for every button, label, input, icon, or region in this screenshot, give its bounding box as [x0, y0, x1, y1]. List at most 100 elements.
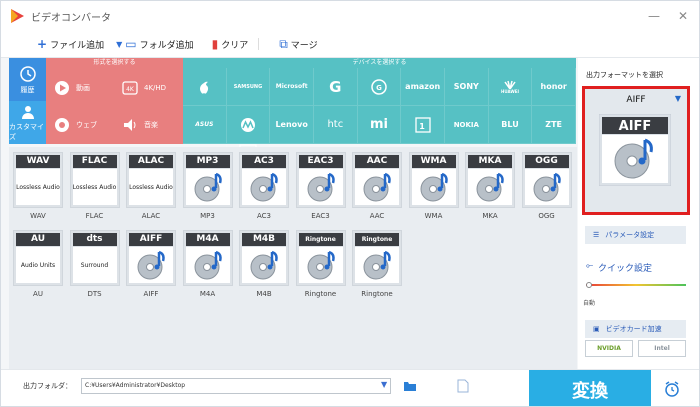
chrome-icon	[53, 116, 71, 134]
format-tile-flac[interactable]: FLAC Lossless Audio FLAC	[67, 152, 123, 220]
device-google[interactable]: G	[314, 68, 358, 106]
format-tile-image: M4B	[239, 230, 289, 286]
device-zte[interactable]: ZTE	[532, 106, 576, 144]
open-folder-icon[interactable]	[403, 380, 417, 392]
cd-music-icon	[194, 250, 222, 280]
close-button[interactable]: ✕	[675, 8, 691, 24]
format-tile-aiff[interactable]: AIFF AIFF	[123, 230, 179, 298]
format-tile-m4b[interactable]: M4B M4B	[236, 230, 292, 298]
format-tile-body	[129, 247, 173, 283]
format-tile-head: AAC	[355, 155, 399, 168]
format-tile-mka[interactable]: MKA MKA	[462, 152, 518, 220]
add-folder-button[interactable]: ▼ ▭ フォルダ追加	[112, 31, 198, 58]
format-music-button[interactable]: 音楽	[114, 107, 182, 143]
device-apple[interactable]	[183, 68, 227, 106]
merge-button[interactable]: ⧉ マージ	[275, 31, 321, 58]
format-tile-eac3[interactable]: EAC3 EAC3	[293, 152, 349, 220]
format-tile-wav[interactable]: WAV Lossless Audio WAV	[10, 152, 66, 220]
format-tile-ringtone[interactable]: Ringtone Ringtone	[293, 230, 349, 298]
format-tile-label: WMA	[424, 212, 443, 220]
format-tile-alac[interactable]: ALAC Lossless Audio ALAC	[123, 152, 179, 220]
format-tile-body	[242, 169, 286, 205]
alarm-clock-icon[interactable]	[663, 380, 681, 398]
device-huawei[interactable]: HUAWEI	[488, 68, 533, 106]
device-nokia[interactable]: NOKIA	[445, 106, 489, 144]
device-htc[interactable]: htc	[314, 106, 358, 144]
device-motorola[interactable]	[226, 106, 271, 144]
format-tile-head: WMA	[411, 155, 456, 168]
format-tile-label: EAC3	[311, 212, 330, 220]
format-tile-wma[interactable]: WMA WMA	[406, 152, 462, 220]
cd-music-icon	[420, 172, 448, 202]
huawei-icon	[504, 80, 516, 89]
format-tile-mp3[interactable]: MP3 MP3	[180, 152, 236, 220]
format-tile-body: Lossless Audio	[16, 169, 60, 205]
format-panel-header: 形式を選択する	[93, 59, 136, 66]
format-tile-aac[interactable]: AAC AAC	[349, 152, 405, 220]
add-folder-label: フォルダ追加	[139, 40, 194, 51]
device-honor[interactable]: honor	[532, 68, 576, 106]
format-tile-caption: Lossless Audio	[16, 183, 60, 191]
parameter-settings-button[interactable]: ☰ パラメータ設定	[585, 226, 686, 244]
cd-music-icon	[250, 172, 278, 202]
format-tile-ogg[interactable]: OGG OGG	[519, 152, 575, 220]
format-web-button[interactable]: ウェブ	[46, 107, 114, 143]
device-microsoft[interactable]: Microsoft	[270, 68, 314, 106]
cd-music-icon	[363, 172, 391, 202]
output-format-label: 出力フォーマットを選択	[586, 71, 663, 79]
gpu-acceleration-button[interactable]: ▣ ビデオカード加速	[585, 320, 686, 338]
format-video-label: 動画	[76, 84, 90, 92]
device-oneplus[interactable]: 1	[401, 106, 445, 144]
format-video-button[interactable]: 動画	[46, 70, 114, 106]
dropdown-arrow-icon: ▼	[116, 39, 123, 49]
device-blu[interactable]: BLU	[488, 106, 533, 144]
format-tile-image: MKA	[465, 152, 515, 208]
format-tile-body	[298, 247, 343, 283]
user-icon	[21, 105, 34, 119]
format-tile-head: MP3	[185, 155, 230, 168]
format-tile-head: AC3	[242, 155, 286, 168]
device-lenovo[interactable]: Lenovo	[270, 106, 314, 144]
format-tile-body: Lossless Audio	[129, 169, 173, 205]
device-amazon[interactable]: amazon	[401, 68, 445, 106]
selected-format-box[interactable]: AIFF ▼ AIFF	[582, 86, 690, 215]
format-tile-label: MKA	[482, 212, 498, 220]
device-lg[interactable]: G	[357, 68, 402, 106]
format-tile-ringtone[interactable]: Ringtone Ringtone	[349, 230, 405, 298]
minimize-button[interactable]: —	[646, 8, 662, 24]
device-samsung[interactable]: SAMSUNG	[226, 68, 271, 106]
file-icon[interactable]	[457, 379, 469, 393]
clear-label: クリア	[221, 40, 249, 51]
add-file-button[interactable]: + ファイル追加	[33, 31, 108, 58]
quality-slider[interactable]	[586, 282, 686, 288]
output-settings-panel: 出力フォーマットを選択 AIFF ▼ AIFF ☰ パラメータ設定 ⟜ クイック…	[578, 58, 699, 369]
device-asus[interactable]: ASUS	[183, 106, 227, 144]
format-tile-body	[298, 169, 343, 205]
history-button[interactable]: 履歴	[9, 58, 46, 101]
plus-icon: +	[37, 37, 48, 51]
format-tile-image: Ringtone	[295, 230, 346, 286]
clear-button[interactable]: ▮ クリア	[208, 31, 264, 58]
bottom-bar: 出力フォルダ： C:¥Users¥Administrator¥Desktop ▼…	[1, 369, 699, 406]
format-tile-au[interactable]: AU Audio Units AU	[10, 230, 66, 298]
format-tile-head: ALAC	[129, 155, 173, 168]
format-tile-caption: Audio Units	[20, 261, 56, 269]
svg-text:G: G	[376, 84, 382, 92]
chevron-down-icon[interactable]: ▼	[381, 380, 387, 389]
customize-button[interactable]: カスタマイズ	[9, 101, 46, 144]
format-4k-button[interactable]: 4K 4K/HD	[114, 70, 182, 106]
format-tile-label: AU	[33, 290, 43, 298]
format-tile-m4a[interactable]: M4A M4A	[180, 230, 236, 298]
format-tile-image: ALAC Lossless Audio	[126, 152, 176, 208]
chevron-down-icon[interactable]: ▼	[675, 94, 681, 103]
device-xiaomi[interactable]: mi	[357, 106, 402, 144]
device-sony[interactable]: SONY	[445, 68, 489, 106]
add-file-label: ファイル追加	[50, 40, 105, 51]
quick-settings-icon: ⟜	[586, 261, 594, 271]
format-tile-ac3[interactable]: AC3 AC3	[236, 152, 292, 220]
format-tile-dts[interactable]: dts Surround DTS	[67, 230, 123, 298]
cd-music-icon	[307, 250, 335, 280]
output-folder-input[interactable]: C:¥Users¥Administrator¥Desktop	[81, 378, 391, 394]
format-tile-image: MP3	[182, 152, 233, 208]
convert-button[interactable]: 変換	[529, 370, 651, 406]
